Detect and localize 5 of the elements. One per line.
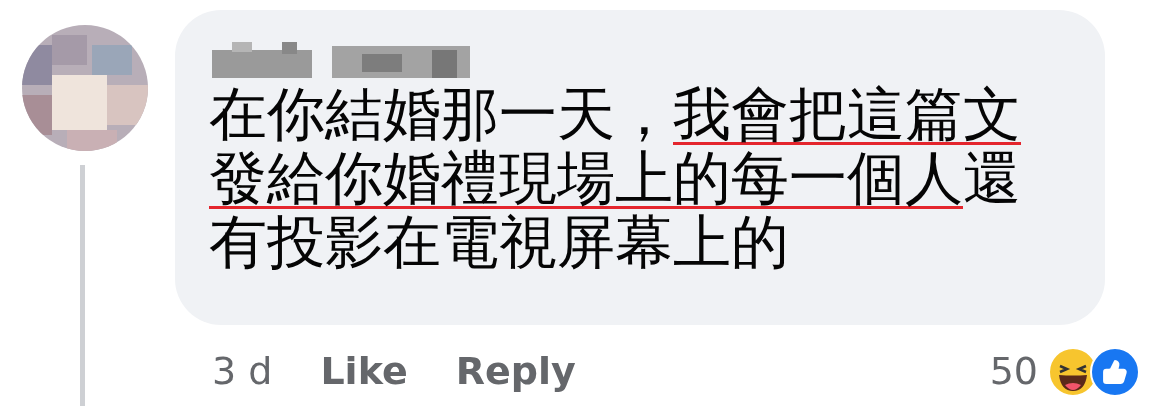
- comment-text: 在你結婚那一天，我會把這篇文 發給你婚禮現場上的每一個人還 有投影在電視屏幕上的: [209, 82, 1022, 274]
- reaction-count: 50: [989, 348, 1038, 395]
- comment-time: 3 d: [212, 348, 273, 395]
- reply-link[interactable]: Reply: [455, 343, 576, 400]
- like-link[interactable]: Like: [320, 343, 408, 400]
